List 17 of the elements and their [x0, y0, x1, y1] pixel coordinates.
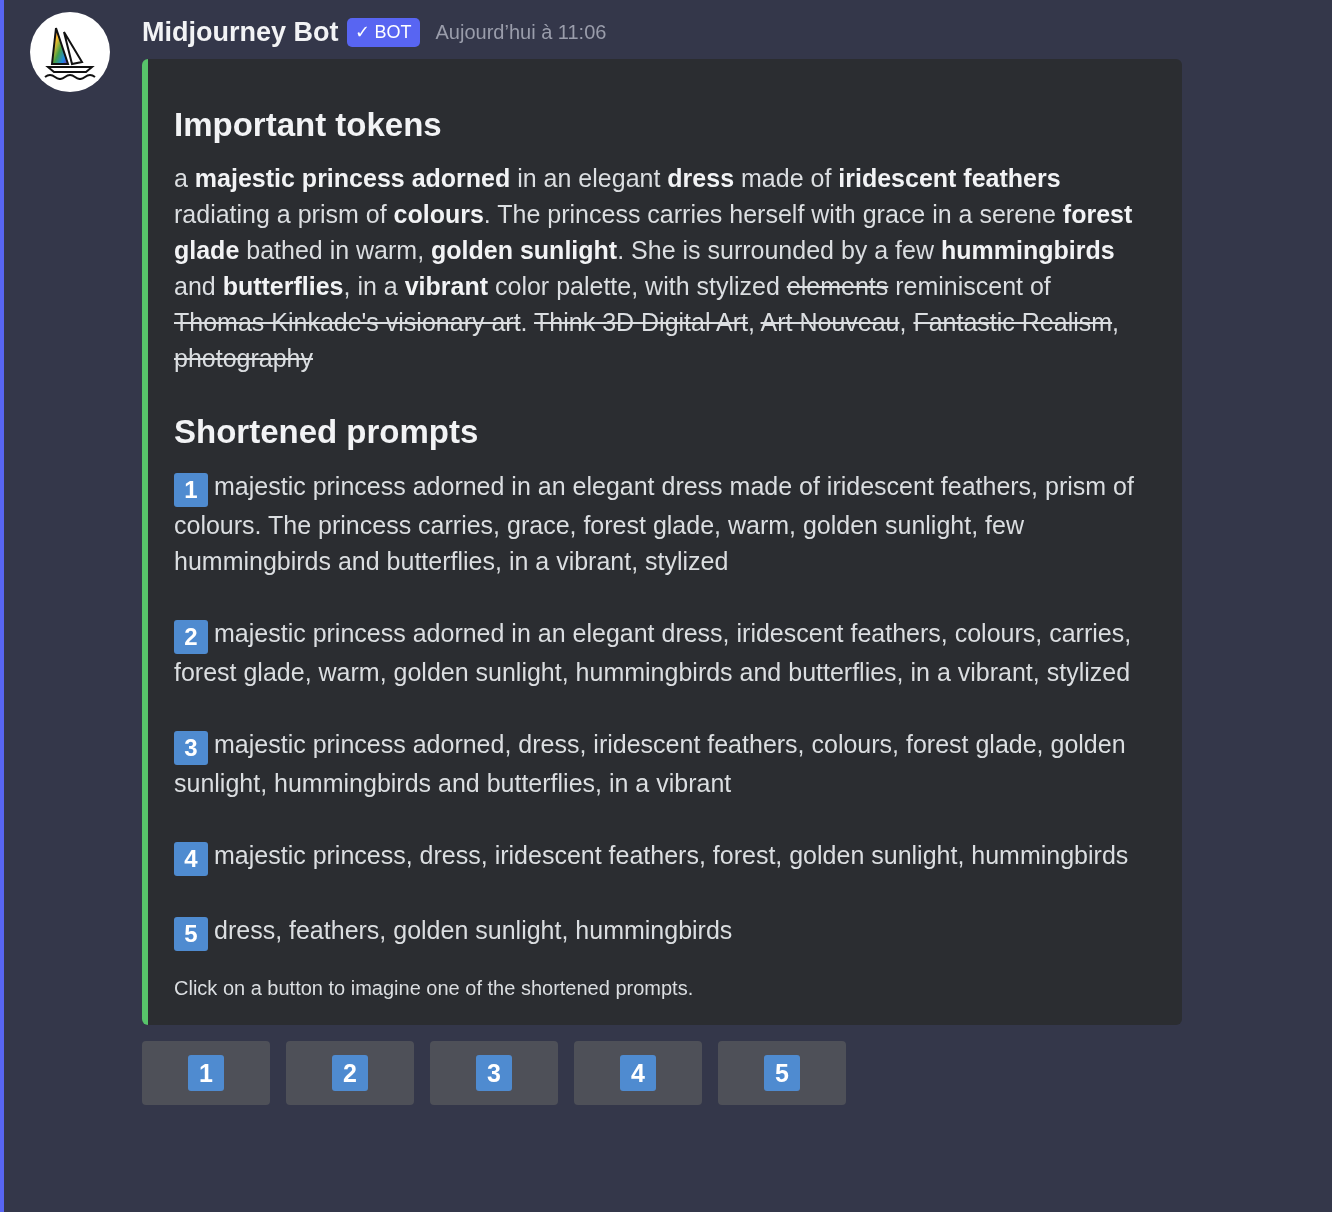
prompt-button[interactable]: 2: [286, 1040, 414, 1105]
prompt-text: 2 majestic princess adorned in an elegant dress, iridescent feathers, colours, carries, forest glade, warm, golden sunlight, hummingbirds and butterflies, in a vibrant, stylized: [174, 617, 1133, 688]
prompt-text: 3 majestic princess adorned, dress, iridescent feathers, colours, forest glade, golden sunlight, hummingbirds and butterflies, in a vibrant: [174, 728, 1127, 799]
author-name[interactable]: Midjourney Bot: [142, 12, 339, 53]
prompt-button[interactable]: 5: [718, 1040, 846, 1105]
timestamp: Aujourd’hui à 11:06: [435, 20, 607, 46]
prompt-text: 4 majestic princess, dress, iridescent feathers, forest, golden sunlight, hummingbirds: [174, 836, 1142, 876]
section-heading: Important tokens: [174, 104, 443, 145]
prompt-text: 1 majestic princess adorned in an elegant dress made of iridescent feathers, prism of colours. The princess carries, grace, forest glade, warm, golden sunlight, few hummingbirds and butterflies, in a vibrant, stylized: [174, 470, 1135, 577]
prompt-text: 5 dress, feathers, golden sunlight, hummingbirds: [174, 911, 1142, 951]
section-heading: Shortened prompts: [174, 412, 480, 452]
prompt-button[interactable]: 3: [430, 1040, 558, 1105]
token-paragraph: a majestic princess adorned in an elegant dress made of iridescent feathers radiating a prism of colours. The princess carries herself with grace in a serene forest glade bathed in warm, golden sunlight. She is surrounded by a few hummingbirds and butterflies, in a vibrant color palette, with stylized elements reminiscent of Thomas Kinkade's visionary art. Think 3D Digital Art, Art Nouveau, Fantastic Realism, photography: [174, 163, 1134, 375]
prompt-button[interactable]: 1: [142, 1040, 270, 1105]
bot-tag: ✓ BOT: [346, 17, 420, 47]
footer-text: Click on a button to imagine one of the shortened prompts.: [174, 975, 695, 1001]
prompt-button[interactable]: 4: [574, 1040, 702, 1105]
